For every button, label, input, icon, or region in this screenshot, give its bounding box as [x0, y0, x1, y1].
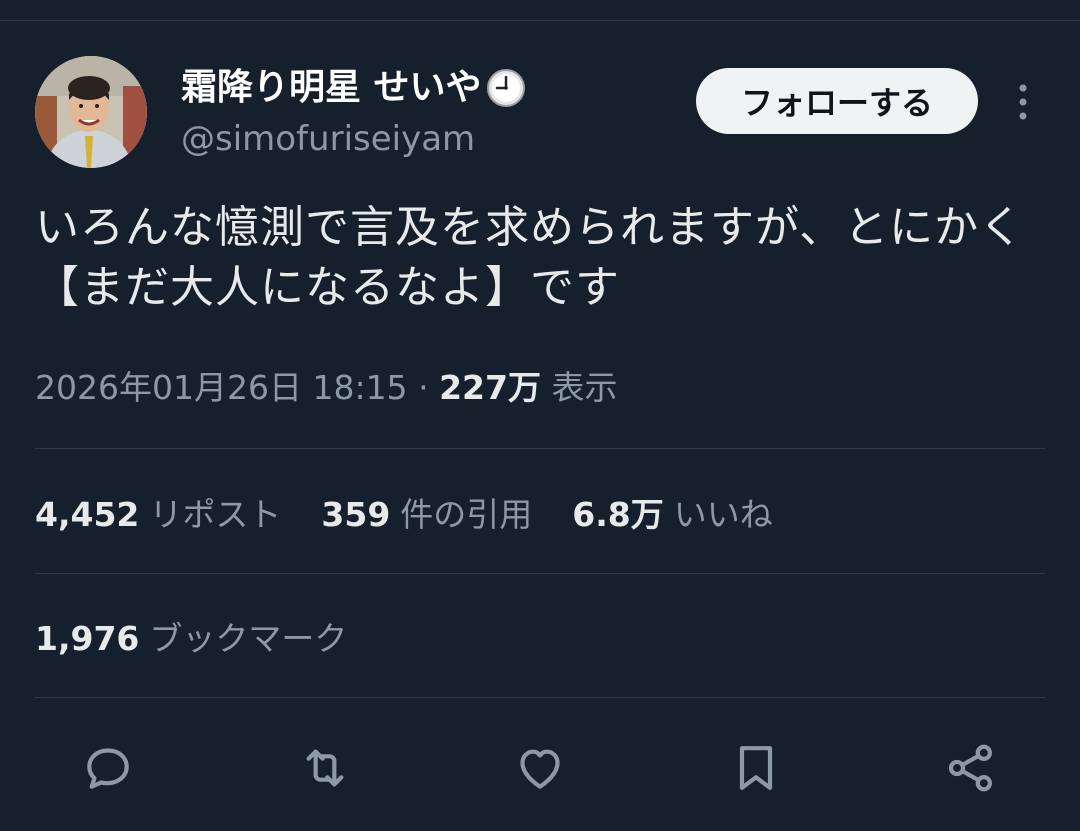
bookmark-icon[interactable] — [728, 740, 784, 796]
bookmarks-count: 1,976 — [35, 619, 140, 658]
divider — [35, 697, 1045, 698]
clock-emoji-icon — [486, 68, 526, 108]
display-name[interactable]: 霜降り明星 せいや — [181, 66, 526, 110]
display-name-text: 霜降り明星 せいや — [181, 67, 482, 108]
tweet-text: いろんな憶測で言及を求められますが、とにかく【まだ大人になるなよ】です — [35, 202, 1025, 313]
reposts-stat[interactable]: 4,452 リポスト — [35, 492, 281, 538]
quotes-label: 件の引用 — [400, 495, 533, 534]
divider — [35, 448, 1045, 449]
bookmarks-label: ブックマーク — [149, 619, 348, 658]
like-icon[interactable] — [512, 740, 568, 796]
tweet-detail-page: 霜降り明星 せいや @simofuriseiyam フォローする いろんな憶測で… — [0, 0, 1080, 831]
tweet-timestamp[interactable]: 2026年01月26日 18:15 — [35, 368, 408, 407]
divider — [35, 573, 1045, 574]
reply-icon[interactable] — [80, 740, 136, 796]
quotes-stat[interactable]: 359 件の引用 — [321, 492, 532, 538]
top-divider — [0, 20, 1080, 21]
tweet-meta: 2026年01月26日 18:15 · 227万 表示 — [35, 366, 617, 410]
share-icon[interactable] — [943, 740, 999, 796]
likes-label: いいね — [673, 495, 773, 534]
reposts-label: リポスト — [149, 495, 282, 534]
retweet-icon[interactable] — [297, 740, 353, 796]
more-options-icon[interactable] — [1008, 78, 1038, 126]
follow-button[interactable]: フォローする — [696, 68, 978, 134]
quotes-count: 359 — [321, 495, 391, 534]
likes-stat[interactable]: 6.8万 いいね — [572, 492, 772, 538]
avatar[interactable] — [35, 56, 147, 168]
bookmarks-stat[interactable]: 1,976 ブックマーク — [35, 616, 347, 662]
views-count: 227万 — [439, 368, 541, 407]
reposts-count: 4,452 — [35, 495, 140, 534]
user-handle[interactable]: @simofuriseiyam — [181, 118, 475, 160]
likes-count: 6.8万 — [572, 495, 664, 534]
engagement-stats: 4,452 リポスト 359 件の引用 6.8万 いいね — [35, 492, 813, 538]
meta-separator: · — [418, 368, 429, 407]
views-label: 表示 — [551, 368, 618, 407]
